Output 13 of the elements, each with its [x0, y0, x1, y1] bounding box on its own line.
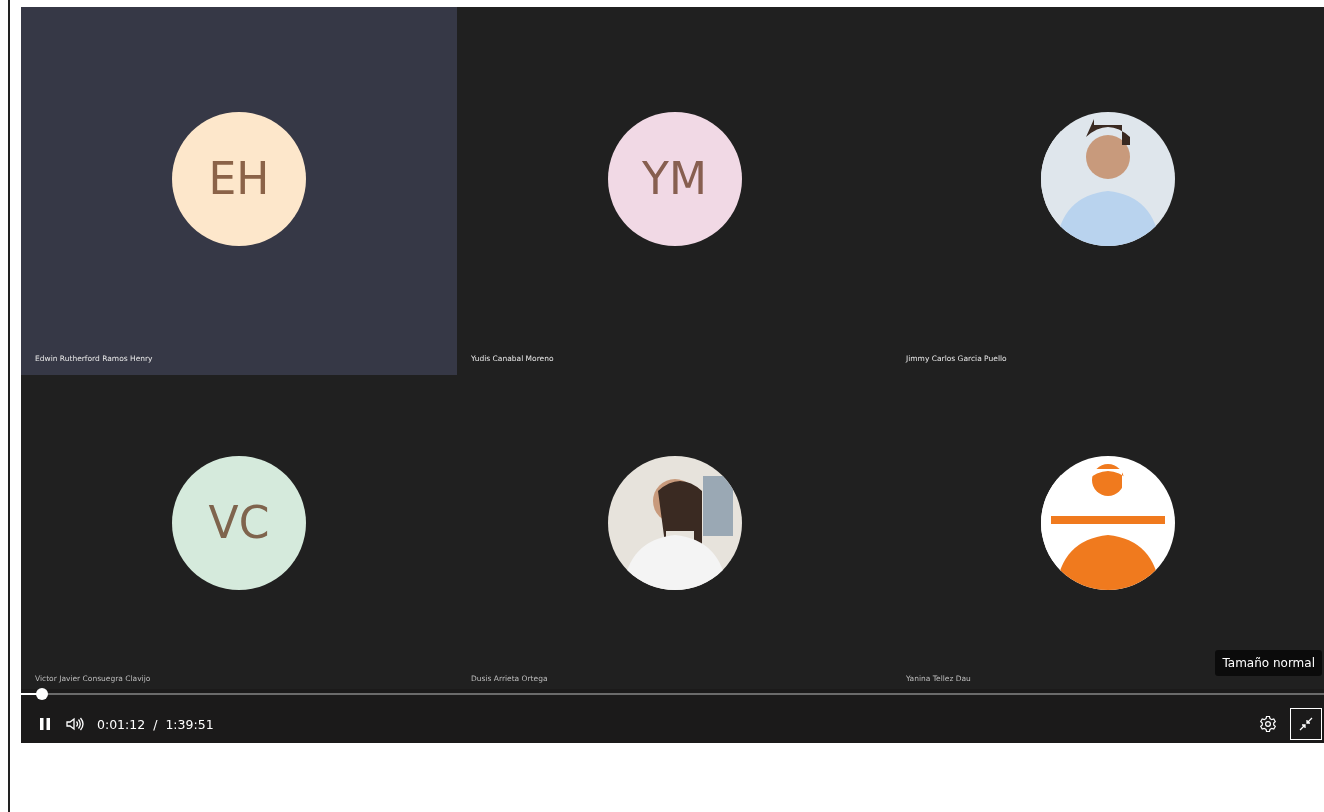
exit-fullscreen-button[interactable] — [1290, 708, 1322, 740]
avatar-initials: YM — [607, 111, 742, 246]
settings-icon — [1259, 715, 1277, 733]
current-time: 0:01:12 — [97, 716, 146, 732]
speaker-icon — [66, 717, 84, 731]
pause-button[interactable] — [37, 715, 53, 733]
avatar-initials: EH — [172, 111, 306, 246]
pause-icon — [40, 718, 50, 730]
tooltip: Tamaño normal — [1215, 650, 1322, 676]
time-separator: / — [153, 716, 158, 732]
avatar-initials: VC — [172, 455, 306, 590]
collapse-icon — [1299, 717, 1313, 731]
duration: 1:39:51 — [165, 716, 214, 732]
